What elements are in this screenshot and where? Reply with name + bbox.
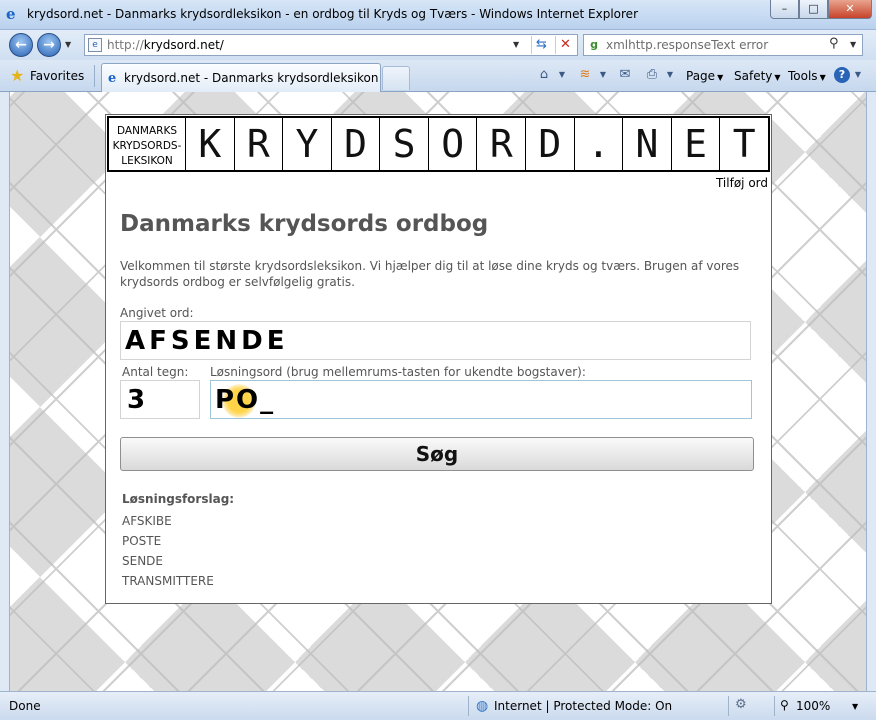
star-icon: ★: [10, 66, 25, 85]
safety-menu[interactable]: Safety ▼: [734, 67, 781, 85]
zoom-control[interactable]: ⚲ 100%: [780, 698, 830, 713]
back-button[interactable]: ←: [9, 33, 33, 57]
window-controls: – □ ✕: [770, 0, 872, 19]
maximize-button[interactable]: □: [799, 0, 828, 19]
stop-icon[interactable]: ✕: [555, 36, 575, 54]
logo-lexicon-text: DANMARKS KRYDSORDS- LEKSIKON: [109, 118, 186, 170]
forward-button[interactable]: →: [37, 33, 61, 57]
logo-letter: .: [575, 118, 624, 170]
close-button[interactable]: ✕: [828, 0, 872, 19]
protected-mode-icon[interactable]: ⚙: [735, 697, 747, 712]
help-icon[interactable]: ?: [834, 67, 850, 83]
help-dropdown-icon[interactable]: ▼: [850, 67, 866, 83]
page-icon: e: [88, 38, 102, 52]
tab-title: krydsord.net - Danmarks krydsordleksikon…: [124, 71, 378, 85]
feeds-icon[interactable]: ≋: [577, 67, 593, 83]
arrow-right-icon: →: [43, 37, 55, 53]
count-input[interactable]: 3: [120, 380, 200, 419]
logo-letter: T: [732, 122, 756, 166]
logo-letter: Y: [283, 118, 332, 170]
logo-letter: R: [477, 118, 527, 170]
favorites-button[interactable]: ★ Favorites: [10, 66, 84, 86]
page-content: DANMARKS KRYDSORDS- LEKSIKON K R Y D S O…: [9, 92, 867, 691]
search-button[interactable]: Søg: [120, 437, 754, 471]
magnifier-icon: ⚲: [780, 698, 789, 712]
solution-input[interactable]: PO_: [210, 380, 752, 419]
add-word-link[interactable]: Tilføj ord: [716, 176, 768, 190]
home-dropdown-icon[interactable]: ▼: [554, 67, 570, 83]
command-row: ★ Favorites e krydsord.net - Danmarks kr…: [0, 60, 876, 92]
suggestions-heading: Løsningsforslag:: [122, 492, 235, 506]
logo-letter: D: [526, 118, 575, 170]
refresh-icon[interactable]: ⇆: [531, 36, 551, 54]
zoom-dropdown-icon[interactable]: ▼: [852, 702, 858, 711]
history-dropdown-icon[interactable]: ▼: [65, 40, 71, 49]
address-dropdown-icon[interactable]: ▼: [513, 40, 519, 49]
logo-letter: N: [623, 118, 672, 170]
toolbar-separator: [94, 65, 95, 87]
feeds-dropdown-icon[interactable]: ▼: [595, 67, 611, 83]
main-card: DANMARKS KRYDSORDS- LEKSIKON K R Y D S O…: [105, 114, 772, 604]
logo-letter: E: [672, 118, 721, 170]
intro-text: Velkommen til største krydsordsleksikon.…: [120, 259, 740, 289]
search-box[interactable]: g xmlhttp.responseText error ⚲ ▼: [583, 34, 863, 56]
status-text: Done: [9, 699, 41, 713]
address-row: ← → ▼ e http://krydsord.net/ ▼ ⇆ ✕ g xml…: [0, 30, 876, 60]
home-icon[interactable]: ⌂: [536, 67, 552, 83]
ie-logo-icon: e: [108, 71, 117, 86]
logo-letter: R: [235, 118, 284, 170]
globe-icon: ◍: [476, 698, 489, 714]
logo-letter: O: [429, 118, 478, 170]
page-menu[interactable]: Page ▼: [686, 67, 723, 85]
word-label: Angivet ord:: [120, 306, 194, 320]
security-zone[interactable]: ◍ Internet | Protected Mode: On: [476, 698, 672, 714]
ie-logo-icon: e: [6, 5, 16, 23]
minimize-button[interactable]: –: [770, 0, 799, 19]
word-input[interactable]: AFSENDE: [120, 321, 751, 360]
arrow-left-icon: ←: [15, 37, 27, 53]
mail-icon[interactable]: ✉: [617, 67, 633, 83]
google-icon: g: [590, 38, 598, 51]
search-input[interactable]: xmlhttp.responseText error: [606, 38, 768, 52]
browser-tab[interactable]: e krydsord.net - Danmarks krydsordleksik…: [101, 63, 381, 92]
solution-label: Løsningsord (brug mellemrums-tasten for …: [210, 365, 586, 379]
new-tab-button[interactable]: [382, 66, 410, 90]
url-text[interactable]: http://krydsord.net/: [107, 38, 224, 52]
status-bar: Done ◍ Internet | Protected Mode: On ⚙ ⚲ 1…: [0, 691, 876, 720]
search-dropdown-icon[interactable]: ▼: [850, 40, 856, 49]
count-label: Antal tegn:: [122, 365, 189, 379]
site-logo[interactable]: DANMARKS KRYDSORDS- LEKSIKON K R Y D S O…: [107, 116, 770, 172]
suggestions-list: AFSKIBE POSTE SENDE TRANSMITTERE: [122, 513, 214, 593]
address-bar[interactable]: e http://krydsord.net/ ▼ ⇆ ✕: [84, 34, 578, 56]
search-icon[interactable]: ⚲: [829, 36, 839, 51]
print-dropdown-icon[interactable]: ▼: [662, 67, 678, 83]
list-item[interactable]: SENDE: [122, 553, 214, 573]
list-item[interactable]: POSTE: [122, 533, 214, 553]
window-title: krydsord.net - Danmarks krydsordleksikon…: [27, 7, 638, 21]
list-item[interactable]: TRANSMITTERE: [122, 573, 214, 593]
print-icon[interactable]: ⎙: [644, 67, 660, 83]
list-item[interactable]: AFSKIBE: [122, 513, 214, 533]
status-separator: [728, 696, 729, 716]
tools-menu[interactable]: Tools ▼: [788, 67, 826, 85]
logo-letter: D: [332, 118, 381, 170]
status-separator: [774, 696, 775, 716]
logo-letter: S: [380, 118, 429, 170]
logo-letter: K: [186, 118, 235, 170]
page-title: Danmarks krydsords ordbog: [120, 211, 489, 237]
title-bar: e krydsord.net - Danmarks krydsordleksik…: [0, 0, 876, 30]
status-separator: [468, 696, 469, 716]
